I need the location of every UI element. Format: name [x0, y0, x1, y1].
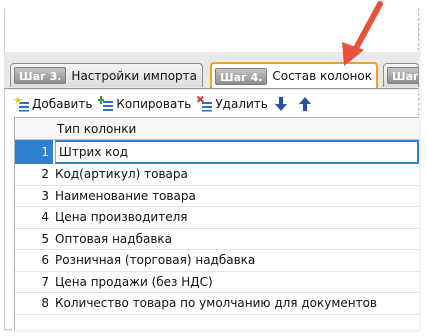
- copy-button-label: Копировать: [116, 97, 192, 111]
- table-row[interactable]: 5 Оптовая надбавка: [15, 229, 419, 250]
- add-row-icon: [14, 96, 29, 112]
- grid-header: Тип колонки: [15, 118, 419, 140]
- columns-grid: Тип колонки 1 Штрих код 2 Код(артикул) т…: [14, 117, 419, 330]
- tab-label: Настройки импорта: [71, 68, 198, 83]
- row-number: 8: [41, 296, 49, 311]
- table-row[interactable]: 8 Количество товара по умолчанию для док…: [15, 293, 419, 315]
- table-row[interactable]: 3 Наименование товара: [15, 186, 419, 207]
- row-cell: Код(артикул) товара: [55, 167, 188, 182]
- row-number: 5: [41, 231, 49, 246]
- table-row[interactable]: 6 Розничная (торговая) надбавка: [15, 250, 419, 272]
- row-number: 6: [41, 253, 49, 268]
- add-button[interactable]: Добавить: [14, 96, 92, 112]
- copy-row-icon: [98, 96, 114, 111]
- toolbar: Добавить Копировать Удалить: [14, 94, 322, 114]
- delete-button[interactable]: Удалить: [197, 96, 268, 112]
- content-divider: [4, 88, 419, 89]
- row-number: 3: [41, 188, 49, 203]
- row-cell: Количество товара по умолчанию для докум…: [55, 296, 378, 311]
- arrow-up-icon: [298, 97, 311, 111]
- row-number: 4: [41, 210, 49, 225]
- row-number: 2: [41, 167, 49, 182]
- add-button-label: Добавить: [32, 97, 93, 111]
- row-cell: Цена производителя: [55, 210, 188, 225]
- move-down-button[interactable]: [274, 96, 290, 112]
- step-badge: Шаг 3.: [14, 67, 67, 84]
- delete-button-label: Удалить: [215, 97, 268, 111]
- row-cell: Цена продажи (без НДС): [55, 274, 213, 289]
- row-cell: Оптовая надбавка: [55, 231, 173, 246]
- row-number: 7: [41, 274, 49, 289]
- column-header-type: Тип колонки: [57, 121, 137, 136]
- row-cell-editor[interactable]: Штрих код: [55, 139, 419, 164]
- table-row[interactable]: 1 Штрих код: [15, 139, 419, 164]
- tab-step-3[interactable]: Шаг 3. Настройки импорта: [10, 63, 203, 87]
- move-up-button[interactable]: [298, 96, 314, 112]
- arrow-down-icon: [274, 97, 287, 111]
- delete-row-icon: [197, 96, 213, 112]
- step-badge: Шаг 4.: [215, 67, 268, 85]
- row-number: 1: [15, 139, 53, 164]
- table-row[interactable]: 2 Код(артикул) товара: [15, 164, 419, 186]
- annotation-arrow-icon: [342, 1, 383, 66]
- row-cell: Наименование товара: [55, 188, 196, 203]
- table-row[interactable]: 4 Цена производителя: [15, 207, 419, 229]
- copy-button[interactable]: Копировать: [98, 96, 191, 112]
- row-cell: Розничная (торговая) надбавка: [55, 253, 256, 268]
- table-row[interactable]: 7 Цена продажи (без НДС): [15, 272, 419, 293]
